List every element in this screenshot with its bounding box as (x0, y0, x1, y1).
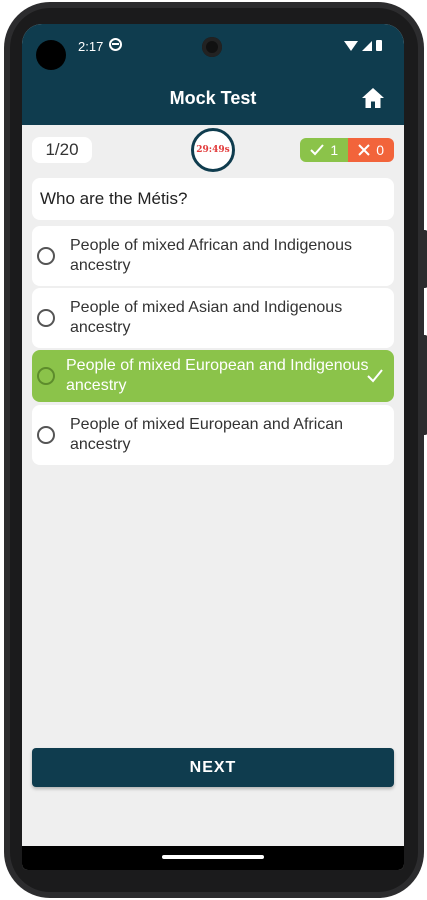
countdown-timer: 29:49s (191, 128, 235, 172)
power-button (422, 335, 427, 435)
wrong-count-value: 0 (376, 142, 384, 158)
correct-count: 1 (300, 138, 349, 162)
answer-option-1[interactable]: People of mixed African and Indigenous a… (32, 226, 394, 286)
check-icon (310, 144, 325, 156)
battery-icon (376, 40, 382, 51)
radio-icon (37, 426, 55, 444)
cross-icon (358, 144, 370, 156)
volume-button (422, 230, 427, 288)
radio-icon (37, 309, 55, 327)
page-title: Mock Test (169, 88, 257, 108)
wifi-icon (344, 40, 358, 51)
home-icon[interactable] (360, 86, 386, 110)
wrong-count: 0 (348, 138, 394, 162)
check-icon (367, 369, 383, 383)
front-camera (202, 37, 222, 57)
answer-option-label: People of mixed European and Indigenous … (66, 357, 369, 394)
radio-icon (37, 247, 55, 265)
radio-icon (37, 367, 55, 385)
app-header: 2:17 Mock Test (22, 24, 404, 125)
camera-dot (36, 40, 66, 70)
signal-icon (362, 40, 372, 51)
home-gesture-handle[interactable] (162, 855, 264, 859)
score-badge: 1 0 (300, 138, 394, 162)
answer-option-3[interactable]: People of mixed European and Indigenous … (32, 350, 394, 402)
status-icons (344, 40, 382, 51)
next-button[interactable]: NEXT (32, 748, 394, 787)
status-time: 2:17 (78, 39, 104, 54)
answer-option-label: People of mixed Asian and Indigenous anc… (70, 299, 343, 336)
correct-count-value: 1 (330, 142, 339, 158)
answer-option-2[interactable]: People of mixed Asian and Indigenous anc… (32, 288, 394, 348)
answer-option-label: People of mixed African and Indigenous a… (70, 237, 352, 274)
dnd-icon (109, 38, 122, 51)
question-text: Who are the Métis? (32, 178, 394, 220)
answer-option-4[interactable]: People of mixed European and African anc… (32, 405, 394, 465)
answer-option-label: People of mixed European and African anc… (70, 416, 344, 453)
screen: 2:17 Mock Test 1/20 29:49s 1 0 Who are t… (22, 24, 404, 870)
system-nav-bar (22, 846, 404, 870)
question-counter: 1/20 (32, 137, 92, 163)
